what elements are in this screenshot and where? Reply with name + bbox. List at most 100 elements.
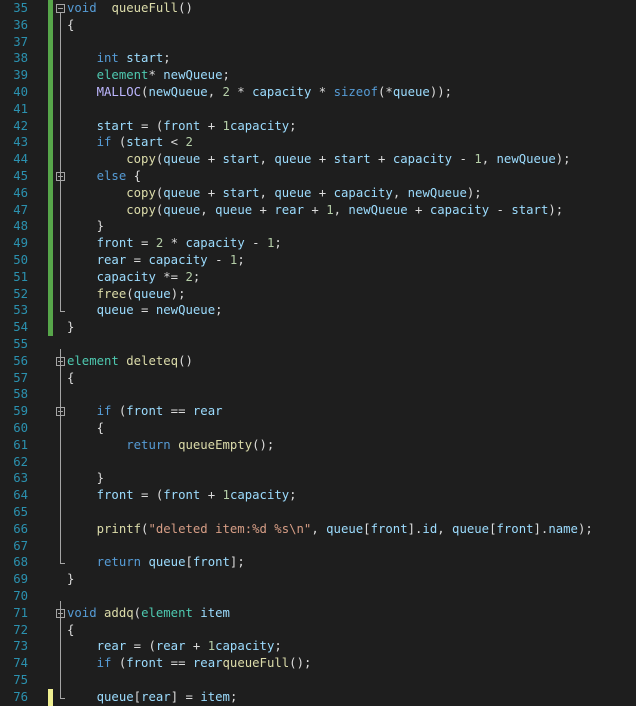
code-text: rear = (rear + 1capacity; (67, 638, 282, 655)
code-line[interactable]: 48 } (0, 218, 636, 236)
code-line[interactable]: 62 (0, 454, 636, 471)
line-number: 59 (13, 404, 28, 419)
identifier-token: queue (392, 85, 430, 99)
code-line[interactable]: 51 capacity *= 2; (0, 268, 636, 286)
identifier-token: start (333, 152, 371, 167)
punctuation-token: ; (289, 118, 297, 133)
punctuation-token: = ( (133, 488, 164, 503)
code-line[interactable]: 75 (0, 672, 636, 689)
identifier-token: rear (192, 656, 223, 671)
code-line[interactable]: 70 (0, 588, 636, 605)
line-number: 42 (13, 118, 28, 133)
identifier-token: queue (163, 185, 201, 200)
punctuation-token: *= (155, 269, 186, 284)
code-line[interactable]: 71 void addq(element item (0, 605, 636, 622)
punctuation-token (67, 85, 97, 99)
code-line[interactable]: 47 copy(queue, queue + rear + 1, newQueu… (0, 201, 636, 219)
code-line[interactable]: 37 (0, 33, 636, 51)
punctuation-token: ); (577, 521, 593, 536)
code-line[interactable]: 39 element* newQueue; (0, 67, 636, 84)
code-line[interactable]: 43 if (start < 2 (0, 134, 636, 152)
code-line[interactable]: 60 { (0, 420, 636, 437)
punctuation-token (67, 303, 97, 317)
punctuation-token: } (67, 471, 105, 486)
keyword-token: else (96, 169, 127, 183)
code-line[interactable]: 58 (0, 386, 636, 403)
identifier-token: newQueue (496, 152, 556, 167)
code-line[interactable]: 56 element deleteq() (0, 353, 636, 370)
identifier-token: front (163, 488, 201, 503)
saved-change-marker (48, 151, 53, 168)
punctuation-token: (); (252, 437, 275, 452)
line-number: 40 (13, 85, 28, 99)
saved-change-marker (48, 184, 53, 202)
code-line[interactable]: 35 void queueFull() (0, 0, 636, 17)
code-line[interactable]: 61 return queueEmpty(); (0, 437, 636, 454)
code-line[interactable]: 50 rear = capacity - 1; (0, 252, 636, 269)
identifier-token: start (511, 202, 549, 217)
code-text: capacity *= 2; (67, 269, 201, 286)
line-number: 39 (13, 68, 28, 83)
line-number: 52 (13, 286, 28, 301)
code-line[interactable]: 67 (0, 538, 636, 555)
identifier-token: rear (192, 404, 223, 419)
punctuation-token: + (370, 152, 393, 167)
code-text: start = (front + 1capacity; (67, 118, 297, 135)
code-line[interactable]: 45 else { (0, 168, 636, 185)
code-line[interactable]: 73 rear = (rear + 1capacity; (0, 638, 636, 655)
punctuation-token (97, 1, 112, 15)
code-line[interactable]: 46 copy(queue + start, queue + capacity,… (0, 184, 636, 202)
code-line[interactable]: 55 (0, 336, 636, 353)
line-number: 71 (13, 605, 28, 620)
code-line[interactable]: 44 copy(queue + start, queue + start + c… (0, 151, 636, 168)
identifier-token: newQueue (155, 303, 216, 318)
code-line[interactable]: 54} (0, 319, 636, 336)
code-line[interactable]: 66 printf("deleted item:%d %s\n", queue[… (0, 521, 636, 538)
code-line[interactable]: 74 if (front == rearqueueFull(); (0, 655, 636, 672)
punctuation-token: - (244, 236, 267, 251)
punctuation-token (67, 51, 97, 65)
code-line[interactable]: 38 int start; (0, 50, 636, 68)
code-line[interactable]: 49 front = 2 * capacity - 1; (0, 235, 636, 252)
line-number: 54 (13, 320, 28, 335)
keyword-token: int (96, 51, 119, 66)
saved-change-marker (48, 117, 53, 135)
code-line[interactable]: 63 } (0, 470, 636, 487)
identifier-token: front (496, 521, 534, 536)
punctuation-token (67, 152, 126, 166)
code-line[interactable]: 57 { (0, 370, 636, 387)
identifier-token: start (222, 152, 260, 167)
line-number: 65 (13, 505, 28, 519)
code-line[interactable]: 41 (0, 100, 636, 118)
code-line[interactable]: 72 { (0, 622, 636, 639)
code-line[interactable]: 69} (0, 571, 636, 588)
punctuation-token: , (481, 152, 497, 167)
line-number: 66 (13, 521, 28, 536)
identifier-token: rear (274, 202, 304, 217)
punctuation-token: (); (289, 656, 312, 671)
line-number: 35 (13, 1, 28, 15)
code-line[interactable]: 68 return queue[front]; (0, 554, 636, 571)
code-line[interactable]: 42 start = (front + 1capacity; (0, 117, 636, 135)
punctuation-token: , (392, 185, 408, 200)
code-line[interactable]: 52 free(queue); (0, 285, 636, 303)
code-line[interactable]: 76 queue[rear] = item; (0, 688, 636, 706)
code-line[interactable]: 65 (0, 504, 636, 521)
fold-outline (60, 13, 61, 312)
collapse-region-icon[interactable] (56, 4, 65, 13)
punctuation-token: ]; (229, 555, 245, 570)
code-text: queue[rear] = item; (67, 689, 238, 706)
line-number: 74 (13, 656, 28, 671)
code-line[interactable]: 53 queue = newQueue; (0, 302, 636, 320)
punctuation-token: { (126, 169, 142, 183)
punctuation-token: } (67, 219, 105, 234)
punctuation-token: * (311, 85, 334, 99)
code-line[interactable]: 36 { (0, 16, 636, 34)
punctuation-token: (* (378, 85, 393, 99)
code-line[interactable]: 64 front = (front + 1capacity; (0, 487, 636, 504)
punctuation-token: = (133, 303, 156, 318)
identifier-token: queue (215, 202, 253, 217)
code-line[interactable]: 59 if (front == rear (0, 403, 636, 420)
code-line[interactable]: 40 MALLOC(newQueue, 2 * capacity * sizeo… (0, 84, 636, 101)
code-editor[interactable]: 35 void queueFull() 36{37 38 int start; 39 e… (0, 0, 636, 706)
